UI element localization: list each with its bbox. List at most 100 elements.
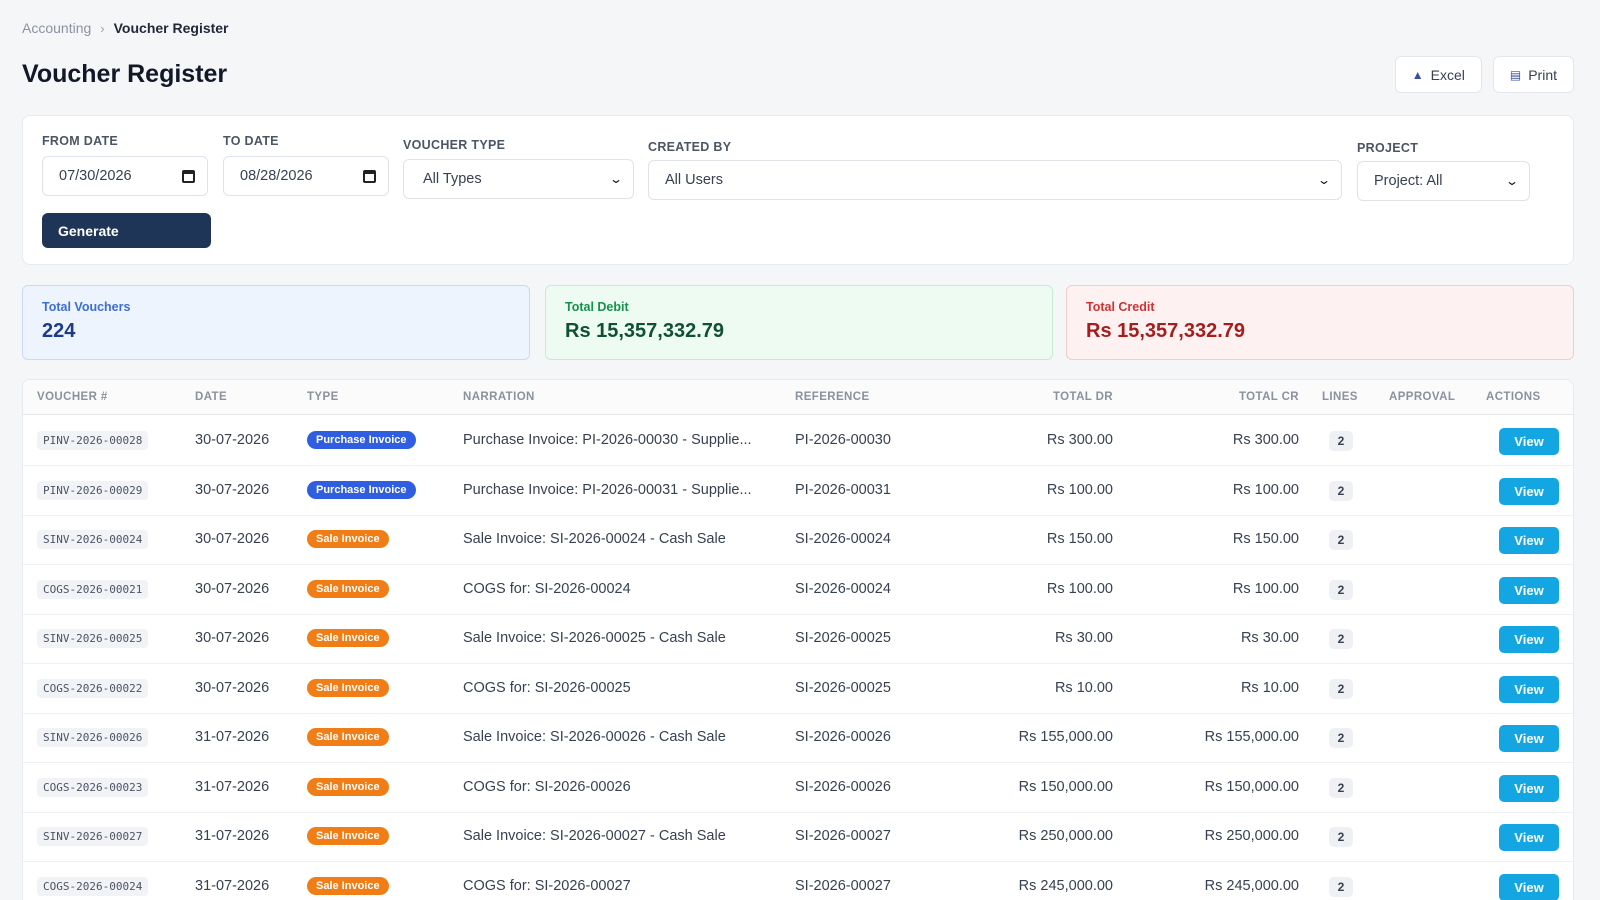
print-button[interactable]: ▤ Print <box>1492 56 1574 93</box>
voucher-reference: PI-2026-00031 <box>795 481 891 498</box>
voucher-date: 30-07-2026 <box>195 531 270 547</box>
voucher-number: COGS-2026-00021 <box>37 579 149 599</box>
total-cr: Rs 10.00 <box>1240 679 1299 696</box>
breadcrumb: Accounting › Voucher Register <box>22 20 229 36</box>
calendar-icon[interactable] <box>182 169 195 183</box>
voucher-number: SINV-2026-00024 <box>37 530 149 549</box>
voucher-narration: COGS for: SI-2026-00027 <box>463 877 631 894</box>
voucher-reference: SI-2026-00027 <box>795 828 891 844</box>
lines-count: 2 <box>1329 827 1353 847</box>
project-label: PROJECT <box>1357 141 1419 155</box>
column-header-voucher[interactable]: VOUCHER # <box>37 391 108 403</box>
project-value: Project: All <box>1374 173 1443 189</box>
total-vouchers-card: Total Vouchers 224 <box>22 285 530 360</box>
voucher-number: COGS-2026-00022 <box>37 678 149 698</box>
print-label: Print <box>1528 66 1557 83</box>
lines-count: 2 <box>1329 678 1353 699</box>
excel-button[interactable]: ▲ Excel <box>1394 56 1482 93</box>
total-dr: Rs 100.00 <box>1046 580 1113 597</box>
table-row: SINV-2026-00027 31-07-2026 Sale Invoice Sal… <box>23 812 1573 862</box>
voucher-reference: SI-2026-00026 <box>795 729 891 745</box>
total-credit-card: Total Credit Rs 15,357,332.79 <box>1066 285 1574 360</box>
total-vouchers-label: Total Vouchers <box>42 300 131 314</box>
breadcrumb-accounting-link[interactable]: Accounting <box>22 20 91 36</box>
table-row: PINV-2026-00028 30-07-2026 Purchase Invoic… <box>23 416 1573 466</box>
column-header-lines[interactable]: LINES <box>1322 391 1358 403</box>
excel-label: Excel <box>1430 66 1465 83</box>
column-header-reference[interactable]: REFERENCE <box>795 391 870 403</box>
voucher-narration: Purchase Invoice: PI-2026-00031 - Suppli… <box>463 481 752 498</box>
view-button[interactable]: View <box>1499 527 1559 554</box>
to-date-input[interactable]: 08/28/2026 <box>223 156 389 196</box>
total-dr: Rs 250,000.00 <box>1018 828 1113 844</box>
voucher-reference: SI-2026-00025 <box>795 630 891 646</box>
from-date-label: FROM DATE <box>42 134 119 148</box>
total-dr: Rs 150,000.00 <box>1018 778 1113 795</box>
created-by-select[interactable]: All Users ⌄ <box>648 160 1342 200</box>
view-button[interactable]: View <box>1499 675 1559 703</box>
voucher-number: COGS-2026-00024 <box>37 876 149 896</box>
total-dr: Rs 30.00 <box>1054 630 1113 646</box>
table-row: SINV-2026-00026 31-07-2026 Sale Invoice Sal… <box>23 713 1573 763</box>
chevron-down-icon: ⌄ <box>1504 174 1520 188</box>
voucher-date: 31-07-2026 <box>195 877 270 894</box>
voucher-number: COGS-2026-00023 <box>37 777 149 797</box>
print-icon: ▤ <box>1509 67 1522 82</box>
voucher-date: 30-07-2026 <box>195 481 270 498</box>
column-header-total-cr[interactable]: TOTAL CR <box>1239 391 1299 403</box>
total-dr: Rs 300.00 <box>1046 432 1113 448</box>
voucher-narration: COGS for: SI-2026-00025 <box>463 679 631 696</box>
total-vouchers-value: 224 <box>42 320 76 342</box>
column-header-total-dr[interactable]: TOTAL DR <box>1053 391 1113 403</box>
voucher-type-value: All Types <box>423 171 482 187</box>
lines-count: 2 <box>1329 777 1353 798</box>
voucher-number: SINV-2026-00027 <box>37 827 149 846</box>
to-date-label: TO DATE <box>223 134 279 148</box>
voucher-narration: COGS for: SI-2026-00024 <box>463 580 631 597</box>
table-row: COGS-2026-00021 30-07-2026 Sale Invoice COG… <box>23 565 1573 615</box>
from-date-input[interactable]: 07/30/2026 <box>42 156 208 196</box>
voucher-type-badge: Sale Invoice <box>307 777 389 796</box>
column-header-approval[interactable]: APPROVAL <box>1389 391 1455 403</box>
total-dr: Rs 10.00 <box>1054 679 1113 696</box>
total-cr: Rs 300.00 <box>1232 432 1299 448</box>
view-button[interactable]: View <box>1499 725 1559 752</box>
voucher-narration: Sale Invoice: SI-2026-00027 - Cash Sale <box>463 828 726 844</box>
view-button[interactable]: View <box>1499 824 1559 851</box>
project-select[interactable]: Project: All ⌄ <box>1357 161 1530 201</box>
voucher-type-badge: Sale Invoice <box>307 530 389 548</box>
table-row: SINV-2026-00024 30-07-2026 Sale Invoice Sal… <box>23 515 1573 565</box>
voucher-table: VOUCHER # DATE TYPE NARRATION REFERENCE … <box>22 379 1574 900</box>
voucher-number: SINV-2026-00025 <box>37 629 149 648</box>
view-button[interactable]: View <box>1499 873 1559 900</box>
page-title: Voucher Register <box>22 60 228 88</box>
voucher-reference: SI-2026-00026 <box>795 778 891 795</box>
column-header-date[interactable]: DATE <box>195 391 227 403</box>
voucher-type-select[interactable]: All Types ⌄ <box>403 159 634 199</box>
voucher-date: 30-07-2026 <box>195 580 270 597</box>
voucher-reference: SI-2026-00024 <box>795 580 891 597</box>
total-cr: Rs 150,000.00 <box>1204 778 1299 795</box>
view-button[interactable]: View <box>1499 428 1559 455</box>
voucher-date: 31-07-2026 <box>195 729 270 745</box>
calendar-icon[interactable] <box>363 169 376 183</box>
table-row: COGS-2026-00023 31-07-2026 Sale Invoice COG… <box>23 763 1573 813</box>
column-header-narration[interactable]: NARRATION <box>463 391 535 403</box>
voucher-number: PINV-2026-00028 <box>37 431 149 450</box>
total-debit-value: Rs 15,357,332.79 <box>565 320 725 342</box>
view-button[interactable]: View <box>1499 774 1559 802</box>
total-cr: Rs 30.00 <box>1240 630 1299 646</box>
voucher-type-badge: Purchase Invoice <box>307 431 416 449</box>
voucher-date: 30-07-2026 <box>195 679 270 696</box>
lines-count: 2 <box>1329 629 1353 649</box>
voucher-reference: SI-2026-00025 <box>795 679 891 696</box>
view-button[interactable]: View <box>1499 576 1559 604</box>
voucher-narration: COGS for: SI-2026-00026 <box>463 778 631 795</box>
column-header-type[interactable]: TYPE <box>307 391 339 403</box>
view-button[interactable]: View <box>1499 626 1559 653</box>
voucher-reference: SI-2026-00027 <box>795 877 891 894</box>
generate-button[interactable]: Generate <box>42 213 211 248</box>
voucher-date: 31-07-2026 <box>195 828 270 844</box>
view-button[interactable]: View <box>1499 477 1559 505</box>
filters-card: FROM DATE 07/30/2026 TO DATE 08/28/2026 … <box>22 115 1574 265</box>
